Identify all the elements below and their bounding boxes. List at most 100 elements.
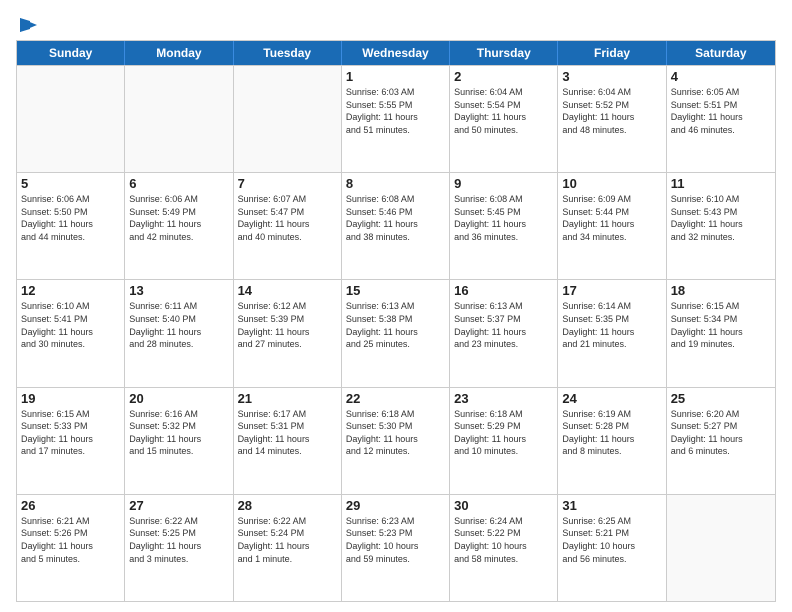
day-number: 14 bbox=[238, 283, 337, 298]
cell-info: Sunrise: 6:18 AM Sunset: 5:29 PM Dayligh… bbox=[454, 408, 553, 458]
cell-info: Sunrise: 6:22 AM Sunset: 5:25 PM Dayligh… bbox=[129, 515, 228, 565]
cell-info: Sunrise: 6:10 AM Sunset: 5:41 PM Dayligh… bbox=[21, 300, 120, 350]
weekday-header: Sunday bbox=[17, 41, 125, 65]
cell-info: Sunrise: 6:07 AM Sunset: 5:47 PM Dayligh… bbox=[238, 193, 337, 243]
calendar-row: 1 Sunrise: 6:03 AM Sunset: 5:55 PM Daylig… bbox=[17, 65, 775, 172]
calendar-cell: 11 Sunrise: 6:10 AM Sunset: 5:43 PM Dayli… bbox=[667, 173, 775, 279]
calendar-cell: 27 Sunrise: 6:22 AM Sunset: 5:25 PM Dayli… bbox=[125, 495, 233, 601]
header bbox=[16, 16, 776, 30]
calendar-header: SundayMondayTuesdayWednesdayThursdayFrid… bbox=[17, 41, 775, 65]
calendar-cell: 20 Sunrise: 6:16 AM Sunset: 5:32 PM Dayli… bbox=[125, 388, 233, 494]
calendar-body: 1 Sunrise: 6:03 AM Sunset: 5:55 PM Daylig… bbox=[17, 65, 775, 601]
cell-info: Sunrise: 6:23 AM Sunset: 5:23 PM Dayligh… bbox=[346, 515, 445, 565]
cell-info: Sunrise: 6:08 AM Sunset: 5:46 PM Dayligh… bbox=[346, 193, 445, 243]
calendar-row: 12 Sunrise: 6:10 AM Sunset: 5:41 PM Dayli… bbox=[17, 279, 775, 386]
calendar-cell: 29Sunrise: 6:23 AM Sunset: 5:23 PM Dayli… bbox=[342, 495, 450, 601]
cell-info: Sunrise: 6:14 AM Sunset: 5:35 PM Dayligh… bbox=[562, 300, 661, 350]
calendar-cell: 23Sunrise: 6:18 AM Sunset: 5:29 PM Dayli… bbox=[450, 388, 558, 494]
calendar-cell: 24 Sunrise: 6:19 AM Sunset: 5:28 PM Dayli… bbox=[558, 388, 666, 494]
day-number: 21 bbox=[238, 391, 337, 406]
weekday-header: Friday bbox=[558, 41, 666, 65]
weekday-header: Wednesday bbox=[342, 41, 450, 65]
calendar-cell: 30 Sunrise: 6:24 AM Sunset: 5:22 PM Dayli… bbox=[450, 495, 558, 601]
cell-info: Sunrise: 6:20 AM Sunset: 5:27 PM Dayligh… bbox=[671, 408, 771, 458]
page: SundayMondayTuesdayWednesdayThursdayFrid… bbox=[0, 0, 792, 612]
weekday-header: Monday bbox=[125, 41, 233, 65]
calendar-cell: 25 Sunrise: 6:20 AM Sunset: 5:27 PM Dayli… bbox=[667, 388, 775, 494]
day-number: 24 bbox=[562, 391, 661, 406]
calendar-cell bbox=[667, 495, 775, 601]
calendar-cell: 28 Sunrise: 6:22 AM Sunset: 5:24 PM Dayli… bbox=[234, 495, 342, 601]
cell-info: Sunrise: 6:05 AM Sunset: 5:51 PM Dayligh… bbox=[671, 86, 771, 136]
day-number: 9 bbox=[454, 176, 553, 191]
cell-info: Sunrise: 6:16 AM Sunset: 5:32 PM Dayligh… bbox=[129, 408, 228, 458]
calendar-cell: 26Sunrise: 6:21 AM Sunset: 5:26 PM Dayli… bbox=[17, 495, 125, 601]
calendar-row: 26Sunrise: 6:21 AM Sunset: 5:26 PM Dayli… bbox=[17, 494, 775, 601]
day-number: 27 bbox=[129, 498, 228, 513]
cell-info: Sunrise: 6:04 AM Sunset: 5:54 PM Dayligh… bbox=[454, 86, 553, 136]
cell-info: Sunrise: 6:22 AM Sunset: 5:24 PM Dayligh… bbox=[238, 515, 337, 565]
day-number: 17 bbox=[562, 283, 661, 298]
calendar-cell bbox=[125, 66, 233, 172]
day-number: 2 bbox=[454, 69, 553, 84]
day-number: 19 bbox=[21, 391, 120, 406]
day-number: 12 bbox=[21, 283, 120, 298]
cell-info: Sunrise: 6:10 AM Sunset: 5:43 PM Dayligh… bbox=[671, 193, 771, 243]
calendar-cell: 9 Sunrise: 6:08 AM Sunset: 5:45 PM Daylig… bbox=[450, 173, 558, 279]
calendar-cell: 22Sunrise: 6:18 AM Sunset: 5:30 PM Dayli… bbox=[342, 388, 450, 494]
day-number: 5 bbox=[21, 176, 120, 191]
calendar-cell: 2 Sunrise: 6:04 AM Sunset: 5:54 PM Daylig… bbox=[450, 66, 558, 172]
cell-info: Sunrise: 6:04 AM Sunset: 5:52 PM Dayligh… bbox=[562, 86, 661, 136]
day-number: 18 bbox=[671, 283, 771, 298]
calendar-cell: 8 Sunrise: 6:08 AM Sunset: 5:46 PM Daylig… bbox=[342, 173, 450, 279]
day-number: 30 bbox=[454, 498, 553, 513]
day-number: 7 bbox=[238, 176, 337, 191]
day-number: 1 bbox=[346, 69, 445, 84]
cell-info: Sunrise: 6:15 AM Sunset: 5:33 PM Dayligh… bbox=[21, 408, 120, 458]
day-number: 20 bbox=[129, 391, 228, 406]
calendar-cell: 21 Sunrise: 6:17 AM Sunset: 5:31 PM Dayli… bbox=[234, 388, 342, 494]
weekday-header: Saturday bbox=[667, 41, 775, 65]
calendar-row: 5 Sunrise: 6:06 AM Sunset: 5:50 PM Daylig… bbox=[17, 172, 775, 279]
cell-info: Sunrise: 6:19 AM Sunset: 5:28 PM Dayligh… bbox=[562, 408, 661, 458]
cell-info: Sunrise: 6:09 AM Sunset: 5:44 PM Dayligh… bbox=[562, 193, 661, 243]
day-number: 10 bbox=[562, 176, 661, 191]
day-number: 11 bbox=[671, 176, 771, 191]
calendar-cell bbox=[17, 66, 125, 172]
cell-info: Sunrise: 6:06 AM Sunset: 5:50 PM Dayligh… bbox=[21, 193, 120, 243]
day-number: 28 bbox=[238, 498, 337, 513]
calendar-cell: 18 Sunrise: 6:15 AM Sunset: 5:34 PM Dayli… bbox=[667, 280, 775, 386]
calendar-cell: 10 Sunrise: 6:09 AM Sunset: 5:44 PM Dayli… bbox=[558, 173, 666, 279]
cell-info: Sunrise: 6:06 AM Sunset: 5:49 PM Dayligh… bbox=[129, 193, 228, 243]
calendar-cell: 1 Sunrise: 6:03 AM Sunset: 5:55 PM Daylig… bbox=[342, 66, 450, 172]
calendar-cell: 12 Sunrise: 6:10 AM Sunset: 5:41 PM Dayli… bbox=[17, 280, 125, 386]
day-number: 15 bbox=[346, 283, 445, 298]
day-number: 31 bbox=[562, 498, 661, 513]
day-number: 13 bbox=[129, 283, 228, 298]
cell-info: Sunrise: 6:24 AM Sunset: 5:22 PM Dayligh… bbox=[454, 515, 553, 565]
calendar-cell bbox=[234, 66, 342, 172]
calendar-cell: 13 Sunrise: 6:11 AM Sunset: 5:40 PM Dayli… bbox=[125, 280, 233, 386]
cell-info: Sunrise: 6:15 AM Sunset: 5:34 PM Dayligh… bbox=[671, 300, 771, 350]
cell-info: Sunrise: 6:03 AM Sunset: 5:55 PM Dayligh… bbox=[346, 86, 445, 136]
calendar-cell: 15 Sunrise: 6:13 AM Sunset: 5:38 PM Dayli… bbox=[342, 280, 450, 386]
weekday-header: Thursday bbox=[450, 41, 558, 65]
day-number: 16 bbox=[454, 283, 553, 298]
weekday-header: Tuesday bbox=[234, 41, 342, 65]
cell-info: Sunrise: 6:11 AM Sunset: 5:40 PM Dayligh… bbox=[129, 300, 228, 350]
calendar-cell: 31Sunrise: 6:25 AM Sunset: 5:21 PM Dayli… bbox=[558, 495, 666, 601]
day-number: 25 bbox=[671, 391, 771, 406]
cell-info: Sunrise: 6:08 AM Sunset: 5:45 PM Dayligh… bbox=[454, 193, 553, 243]
day-number: 8 bbox=[346, 176, 445, 191]
day-number: 4 bbox=[671, 69, 771, 84]
cell-info: Sunrise: 6:13 AM Sunset: 5:37 PM Dayligh… bbox=[454, 300, 553, 350]
cell-info: Sunrise: 6:12 AM Sunset: 5:39 PM Dayligh… bbox=[238, 300, 337, 350]
calendar-cell: 14 Sunrise: 6:12 AM Sunset: 5:39 PM Dayli… bbox=[234, 280, 342, 386]
cell-info: Sunrise: 6:18 AM Sunset: 5:30 PM Dayligh… bbox=[346, 408, 445, 458]
calendar-cell: 19 Sunrise: 6:15 AM Sunset: 5:33 PM Dayli… bbox=[17, 388, 125, 494]
day-number: 3 bbox=[562, 69, 661, 84]
calendar-cell: 6Sunrise: 6:06 AM Sunset: 5:49 PM Daylig… bbox=[125, 173, 233, 279]
calendar-cell: 4 Sunrise: 6:05 AM Sunset: 5:51 PM Daylig… bbox=[667, 66, 775, 172]
cell-info: Sunrise: 6:13 AM Sunset: 5:38 PM Dayligh… bbox=[346, 300, 445, 350]
cell-info: Sunrise: 6:17 AM Sunset: 5:31 PM Dayligh… bbox=[238, 408, 337, 458]
